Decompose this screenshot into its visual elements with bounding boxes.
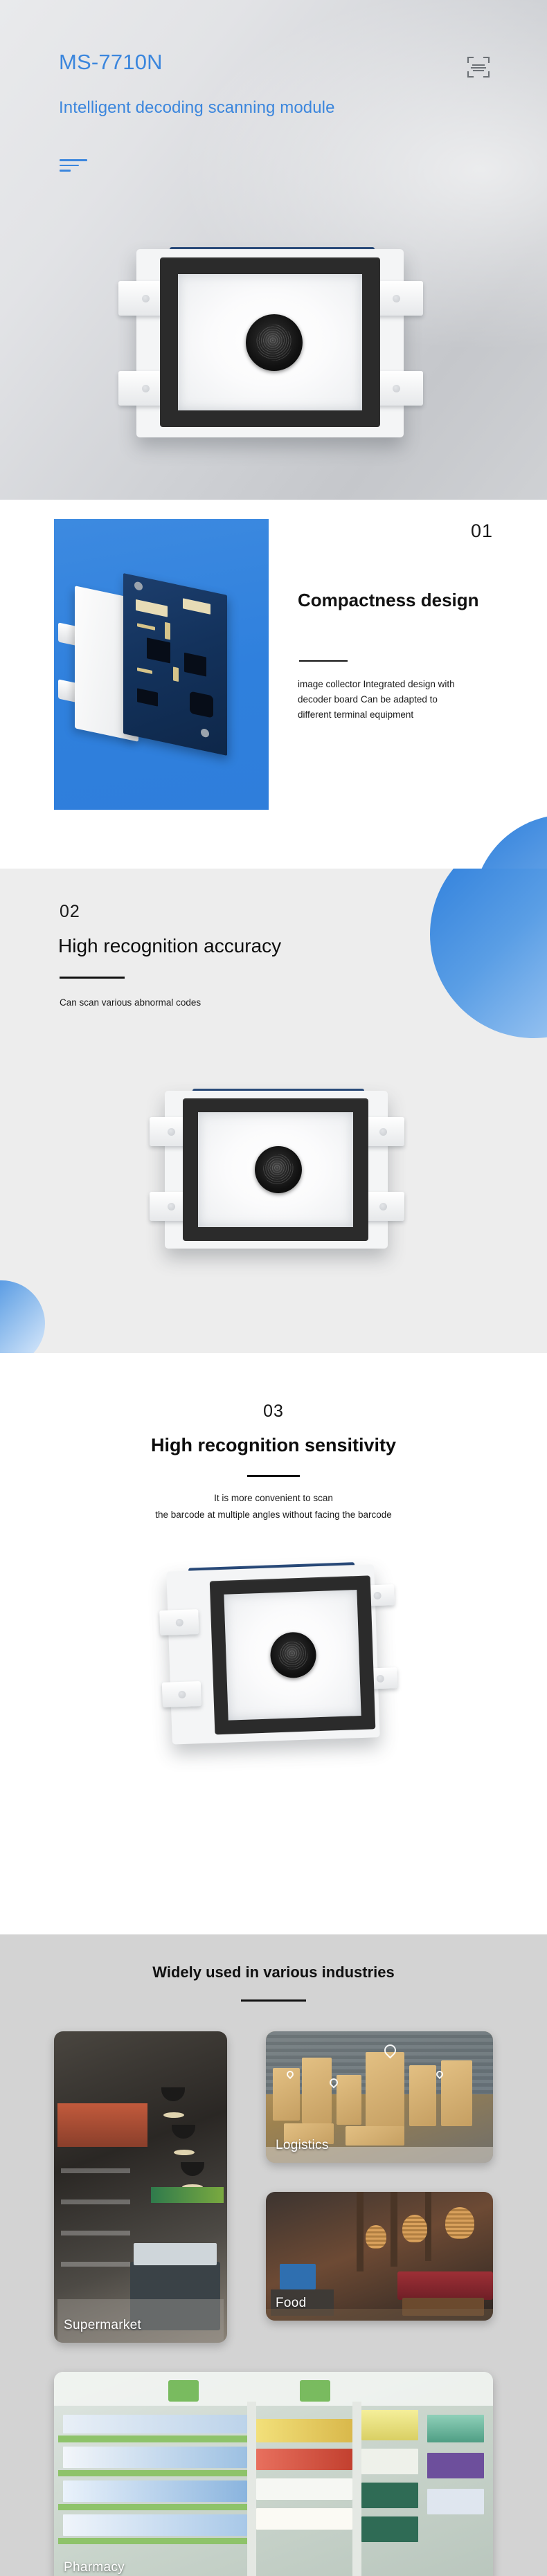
supermarket-photo: [54, 2031, 227, 2343]
section-heading: Compactness design: [298, 590, 479, 610]
industry-card-logistics[interactable]: Logistics: [266, 2031, 493, 2163]
section-body-line-1: It is more convenient to scan: [214, 1493, 333, 1503]
section-heading: High recognition sensitivity: [150, 1435, 397, 1455]
hero-section: MS-7710N Intelligent decoding scanning m…: [0, 0, 547, 500]
industry-card-grid: Supermarket Logistics Food Pharmacy: [54, 2031, 493, 2576]
industry-card-food[interactable]: Food: [266, 2192, 493, 2321]
accent-line-3: [60, 170, 71, 172]
accuracy-product-image: [150, 1087, 409, 1260]
industry-card-label: Supermarket: [64, 2318, 142, 2332]
module-mount-tab: [161, 1681, 202, 1707]
decorative-blue-circle-large: [430, 869, 547, 1038]
decorative-blue-circle: [473, 815, 547, 869]
pharmacy-photo: [54, 2372, 493, 2576]
barcode-scan-icon: [465, 54, 492, 80]
section-number: 02: [60, 902, 80, 921]
section-body-line-2: the barcode at multiple angles without f…: [155, 1509, 392, 1520]
industry-card-supermarket[interactable]: Supermarket: [54, 2031, 227, 2343]
section-industries: Widely used in various industries Superm…: [0, 1934, 547, 2576]
decoder-board-assembly: [58, 573, 249, 760]
decorative-blue-circle-small: [0, 1280, 45, 1353]
section-recognition-accuracy: 02 High recognition accuracy Can scan va…: [0, 869, 547, 1353]
pcb-board: [123, 573, 227, 756]
heading-rule: [60, 977, 125, 979]
section-compactness-design: 01 Compactness design image collector In…: [0, 500, 547, 869]
module-lens: [246, 314, 303, 371]
industries-title: Widely used in various industries: [152, 1963, 395, 1981]
heading-rule: [299, 660, 348, 662]
module-lens: [255, 1146, 302, 1193]
module-mount-tab: [159, 1609, 199, 1636]
accent-lines-icon: [60, 159, 90, 175]
section-number: 01: [470, 520, 493, 541]
section-heading: High recognition accuracy: [58, 935, 282, 956]
industry-card-label: Logistics: [276, 2138, 329, 2152]
sensitivity-product-image: [145, 1556, 415, 1772]
hero-product-image: [118, 244, 426, 451]
accent-line-2: [60, 164, 79, 166]
heading-rule: [247, 1475, 300, 1477]
accent-line-1: [60, 159, 87, 161]
industry-card-pharmacy[interactable]: Pharmacy: [54, 2372, 493, 2576]
page-title: MS-7710N: [59, 50, 163, 74]
page-subtitle: Intelligent decoding scanning module: [59, 98, 335, 117]
industry-card-label: Food: [276, 2296, 307, 2310]
industry-card-label: Pharmacy: [64, 2560, 125, 2575]
section-recognition-sensitivity: 03 High recognition sensitivity It is mo…: [0, 1353, 547, 1934]
heading-rule: [241, 1999, 306, 2002]
section-body: It is more convenient to scan the barcod…: [0, 1490, 547, 1523]
section-body: image collector Integrated design with d…: [298, 679, 455, 720]
section-body: Can scan various abnormal codes: [60, 997, 201, 1008]
compactness-product-photo: [54, 519, 269, 810]
section-number: 03: [263, 1402, 284, 1421]
